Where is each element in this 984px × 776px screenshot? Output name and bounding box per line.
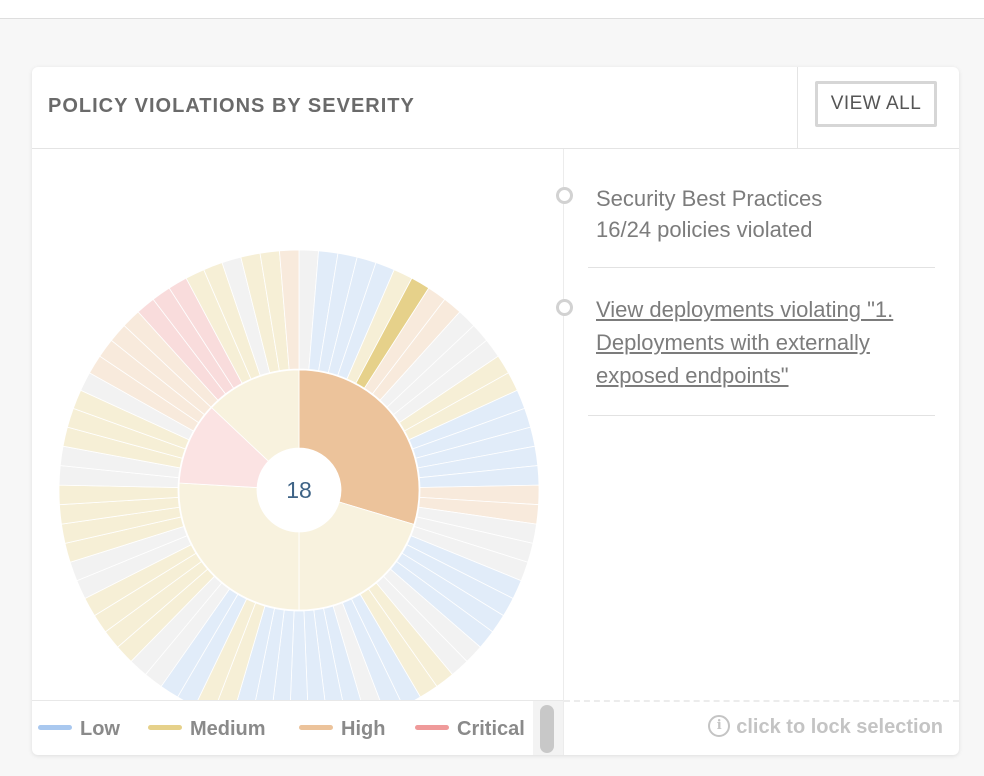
card-header: POLICY VIOLATIONS BY SEVERITY VIEW ALL	[32, 67, 959, 149]
card-title: POLICY VIOLATIONS BY SEVERITY	[48, 95, 415, 117]
sunburst-chart[interactable]: 18	[32, 149, 563, 700]
legend-scrollbar-thumb[interactable]	[540, 705, 554, 753]
timeline-node	[556, 187, 573, 204]
legend-label-low: Low	[80, 718, 120, 740]
center-count-label: 18	[286, 477, 312, 503]
chart-legend: Low Medium High Critical	[32, 700, 563, 755]
legend-label-critical: Critical	[457, 718, 525, 740]
legend-label-medium: Medium	[190, 718, 266, 740]
info-icon: i	[708, 714, 731, 737]
header-divider	[797, 67, 798, 148]
legend-swatch-low	[38, 725, 72, 731]
lock-selection-hint: i click to lock selection	[708, 714, 943, 739]
details-panel: Security Best Practices 16/24 policies v…	[556, 149, 959, 700]
legend-item-medium[interactable]: Medium	[148, 718, 266, 742]
legend-label-high: High	[341, 718, 386, 740]
legend-item-high[interactable]: High	[299, 718, 385, 742]
view-deployments-link[interactable]: View deployments violating "1. Deploymen…	[596, 293, 936, 392]
legend-item-critical[interactable]: Critical	[415, 718, 525, 742]
policy-category-title: Security Best Practices	[596, 186, 823, 211]
details-footer: i click to lock selection	[564, 700, 959, 755]
policy-violations-card: POLICY VIOLATIONS BY SEVERITY VIEW ALL 1…	[32, 67, 959, 755]
entry-divider	[588, 267, 935, 268]
timeline-node	[556, 299, 573, 316]
legend-item-low[interactable]: Low	[38, 718, 120, 742]
timeline-line	[563, 149, 564, 700]
policy-category-subtitle: 16/24 policies violated	[596, 217, 813, 242]
legend-swatch-critical	[415, 725, 449, 731]
top-bar	[0, 0, 984, 19]
legend-swatch-high	[299, 725, 333, 731]
sunburst-chart-area: 18	[32, 149, 563, 700]
view-all-button[interactable]: VIEW ALL	[815, 81, 937, 127]
legend-swatch-medium	[148, 725, 182, 731]
entry-divider	[588, 415, 935, 416]
lock-hint-text: click to lock selection	[736, 716, 943, 738]
